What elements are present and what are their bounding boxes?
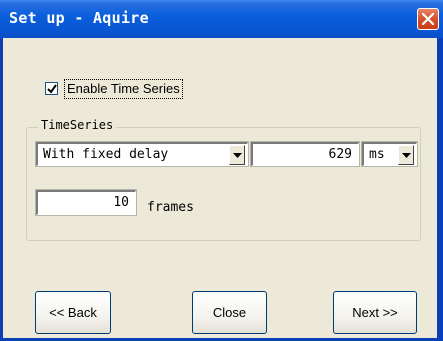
delay-unit-select[interactable]: ms: [361, 141, 418, 167]
timeseries-group-label: TimeSeries: [38, 118, 117, 132]
setup-dialog: Set up - Aquire Enable Time Series TimeS…: [0, 0, 443, 341]
close-button[interactable]: Close: [192, 291, 267, 334]
title-bar[interactable]: Set up - Aquire: [0, 0, 443, 38]
delay-mode-select[interactable]: With fixed delay: [35, 141, 249, 167]
back-button[interactable]: << Back: [35, 291, 111, 334]
next-button[interactable]: Next >>: [333, 291, 417, 334]
window-title: Set up - Aquire: [9, 9, 149, 27]
delay-value-input[interactable]: 629: [250, 141, 360, 167]
delay-unit-dropdown-button[interactable]: [398, 145, 414, 165]
close-x-icon: [421, 12, 435, 26]
delay-unit-value: ms: [369, 147, 385, 162]
chevron-down-icon: [233, 153, 242, 158]
frames-label: frames: [147, 200, 194, 215]
window-frame-right: [437, 38, 443, 341]
checkmark-icon: [47, 84, 57, 94]
close-window-button[interactable]: [417, 8, 439, 30]
delay-mode-dropdown-button[interactable]: [229, 145, 245, 165]
enable-time-series-label[interactable]: Enable Time Series: [64, 79, 183, 99]
enable-time-series-checkbox[interactable]: [45, 82, 58, 95]
frames-count-input[interactable]: 10: [35, 189, 137, 216]
chevron-down-icon: [402, 153, 411, 158]
delay-mode-value: With fixed delay: [43, 147, 169, 162]
